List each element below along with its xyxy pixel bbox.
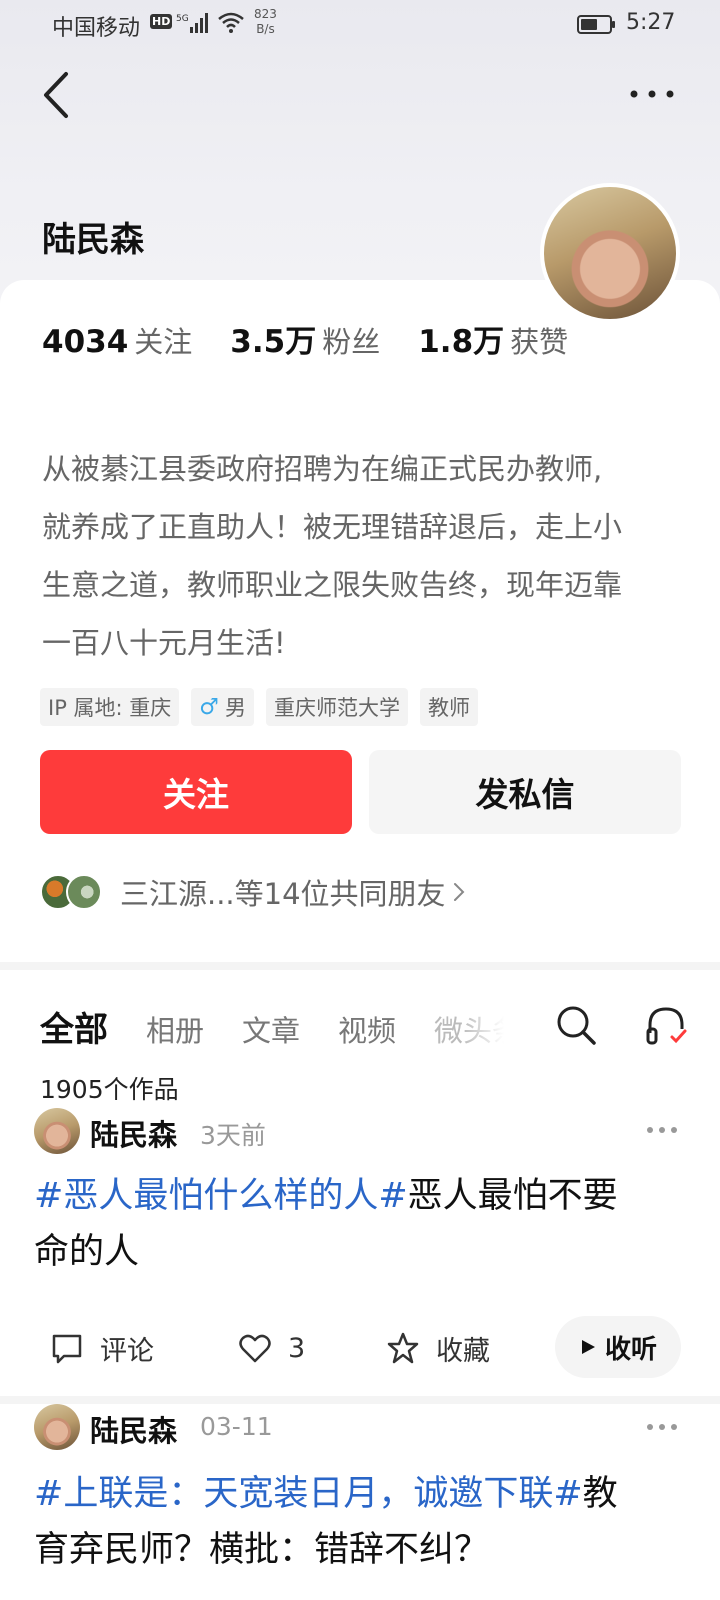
post-author-name[interactable]: 陆民森 — [90, 1112, 177, 1154]
favorite-label: 收藏 — [436, 1335, 490, 1367]
wifi-icon — [218, 12, 244, 33]
content-tabs: 全部 相册 文章 视频 微头条 — [40, 1002, 504, 1051]
post-text-line: 恶人最怕不要 — [407, 1176, 618, 1216]
favorite-button[interactable]: 收藏 — [386, 1318, 490, 1378]
carrier-name: 中国移动 — [52, 16, 141, 41]
network-speed-unit: B/s — [256, 22, 275, 36]
post-timestamp: 03-11 — [200, 1412, 273, 1441]
heart-icon — [239, 1334, 271, 1363]
follow-button[interactable]: 关注 — [40, 750, 352, 834]
stat-likes-label: 获赞 — [510, 325, 569, 359]
profile-tags: IP 属地: 重庆 ♂ 男 重庆师范大学 教师 — [40, 688, 479, 726]
post-content[interactable]: #上联是：天宽装日月，诚邀下联#教 育弃民师？横批：错辞不纠？ — [34, 1466, 694, 1578]
post-text-line: 育弃民师？横批：错辞不纠？ — [34, 1530, 490, 1570]
comment-button[interactable]: 评论 — [50, 1318, 154, 1378]
post-author-name[interactable]: 陆民森 — [90, 1408, 177, 1450]
play-icon — [581, 1340, 595, 1354]
svg-text:5G: 5G — [176, 14, 189, 24]
comment-label: 评论 — [100, 1335, 154, 1367]
tab-articles[interactable]: 文章 — [242, 1008, 300, 1050]
network-speed: 823 B/s — [254, 7, 277, 37]
battery-icon — [577, 15, 615, 34]
signal-icon: 5G — [176, 13, 208, 33]
headphones-icon[interactable] — [644, 1003, 688, 1047]
mutual-friends-row[interactable]: 三江源...等14位共同朋友 — [40, 872, 466, 912]
listen-label: 收听 — [604, 1334, 657, 1365]
stat-following-label: 关注 — [134, 325, 193, 359]
stat-following-value: 4034 — [42, 324, 129, 360]
clock: 5:27 — [626, 10, 676, 35]
bio-line: 一百八十元月生活! — [42, 626, 286, 660]
stat-followers[interactable]: 3.5万 粉丝 — [230, 316, 380, 361]
job-tag: 教师 — [420, 688, 479, 726]
profile-bio: 从被綦江县委政府招聘为在编正式民办教师, 就养成了正直助人！被无理错辞退后，走上… — [42, 440, 692, 672]
mutual-friends-text: 三江源...等14位共同朋友 — [120, 877, 446, 911]
gender-tag: ♂ 男 — [191, 688, 255, 726]
stat-followers-label: 粉丝 — [322, 325, 381, 359]
status-bar: 中国移动 HD 5G 823 B/s 5:27 — [0, 0, 720, 48]
school-tag[interactable]: 重庆师范大学 — [266, 688, 409, 726]
post-hashtag[interactable]: #上联是：天宽装日月，诚邀下联# — [34, 1474, 583, 1514]
stat-following[interactable]: 4034 关注 — [42, 319, 192, 361]
post-author-avatar[interactable] — [34, 1404, 80, 1450]
post-divider — [0, 1396, 720, 1404]
profile-stats: 4034 关注 3.5万 粉丝 1.8万 获赞 — [42, 316, 568, 361]
back-arrow-icon[interactable] — [40, 70, 74, 120]
bio-line: 就养成了正直助人！被无理错辞退后，走上小 — [42, 510, 623, 544]
post-more-icon[interactable] — [645, 1422, 679, 1432]
stat-followers-value: 3.5万 — [230, 324, 317, 360]
post-timestamp: 3天前 — [200, 1121, 266, 1150]
profile-name: 陆民森 — [42, 220, 144, 260]
like-count: 3 — [288, 1332, 306, 1364]
post-author-avatar[interactable] — [34, 1108, 80, 1154]
chevron-right-icon — [453, 883, 464, 901]
post-text-line: 命的人 — [34, 1232, 140, 1272]
network-speed-value: 823 — [254, 7, 277, 21]
post-more-icon[interactable] — [645, 1125, 679, 1135]
male-icon: ♂ — [199, 694, 220, 720]
star-icon — [387, 1332, 419, 1364]
stat-likes-value: 1.8万 — [418, 324, 505, 360]
mutual-friend-avatar — [66, 874, 102, 910]
tab-micro-posts[interactable]: 微头条 — [434, 1008, 504, 1050]
post-content[interactable]: #恶人最怕什么样的人#恶人最怕不要 命的人 — [34, 1168, 694, 1280]
works-count: 1905个作品 — [40, 1075, 179, 1104]
listen-button[interactable]: 收听 — [555, 1316, 681, 1378]
profile-avatar[interactable] — [540, 183, 680, 323]
hd-badge: HD — [150, 14, 173, 29]
post-actions: 评论 3 收藏 收听 — [50, 1316, 690, 1378]
more-options-icon[interactable] — [628, 86, 676, 102]
comment-icon — [52, 1334, 82, 1364]
section-divider — [0, 962, 720, 970]
search-icon[interactable] — [555, 1004, 597, 1046]
tab-videos[interactable]: 视频 — [338, 1008, 396, 1050]
tab-all[interactable]: 全部 — [40, 1002, 108, 1051]
bio-line: 生意之道，教师职业之限失败告终，现年迈靠 — [42, 568, 623, 602]
bio-line: 从被綦江县委政府招聘为在编正式民办教师, — [42, 452, 603, 486]
stat-likes[interactable]: 1.8万 获赞 — [418, 316, 568, 361]
like-button[interactable]: 3 — [238, 1318, 305, 1378]
gender-label: 男 — [225, 696, 247, 720]
ip-location-tag: IP 属地: 重庆 — [40, 688, 180, 726]
post-text-line: 教 — [582, 1474, 618, 1514]
tab-albums[interactable]: 相册 — [146, 1008, 204, 1050]
post-hashtag[interactable]: #恶人最怕什么样的人# — [34, 1176, 408, 1216]
send-message-button[interactable]: 发私信 — [369, 750, 681, 834]
